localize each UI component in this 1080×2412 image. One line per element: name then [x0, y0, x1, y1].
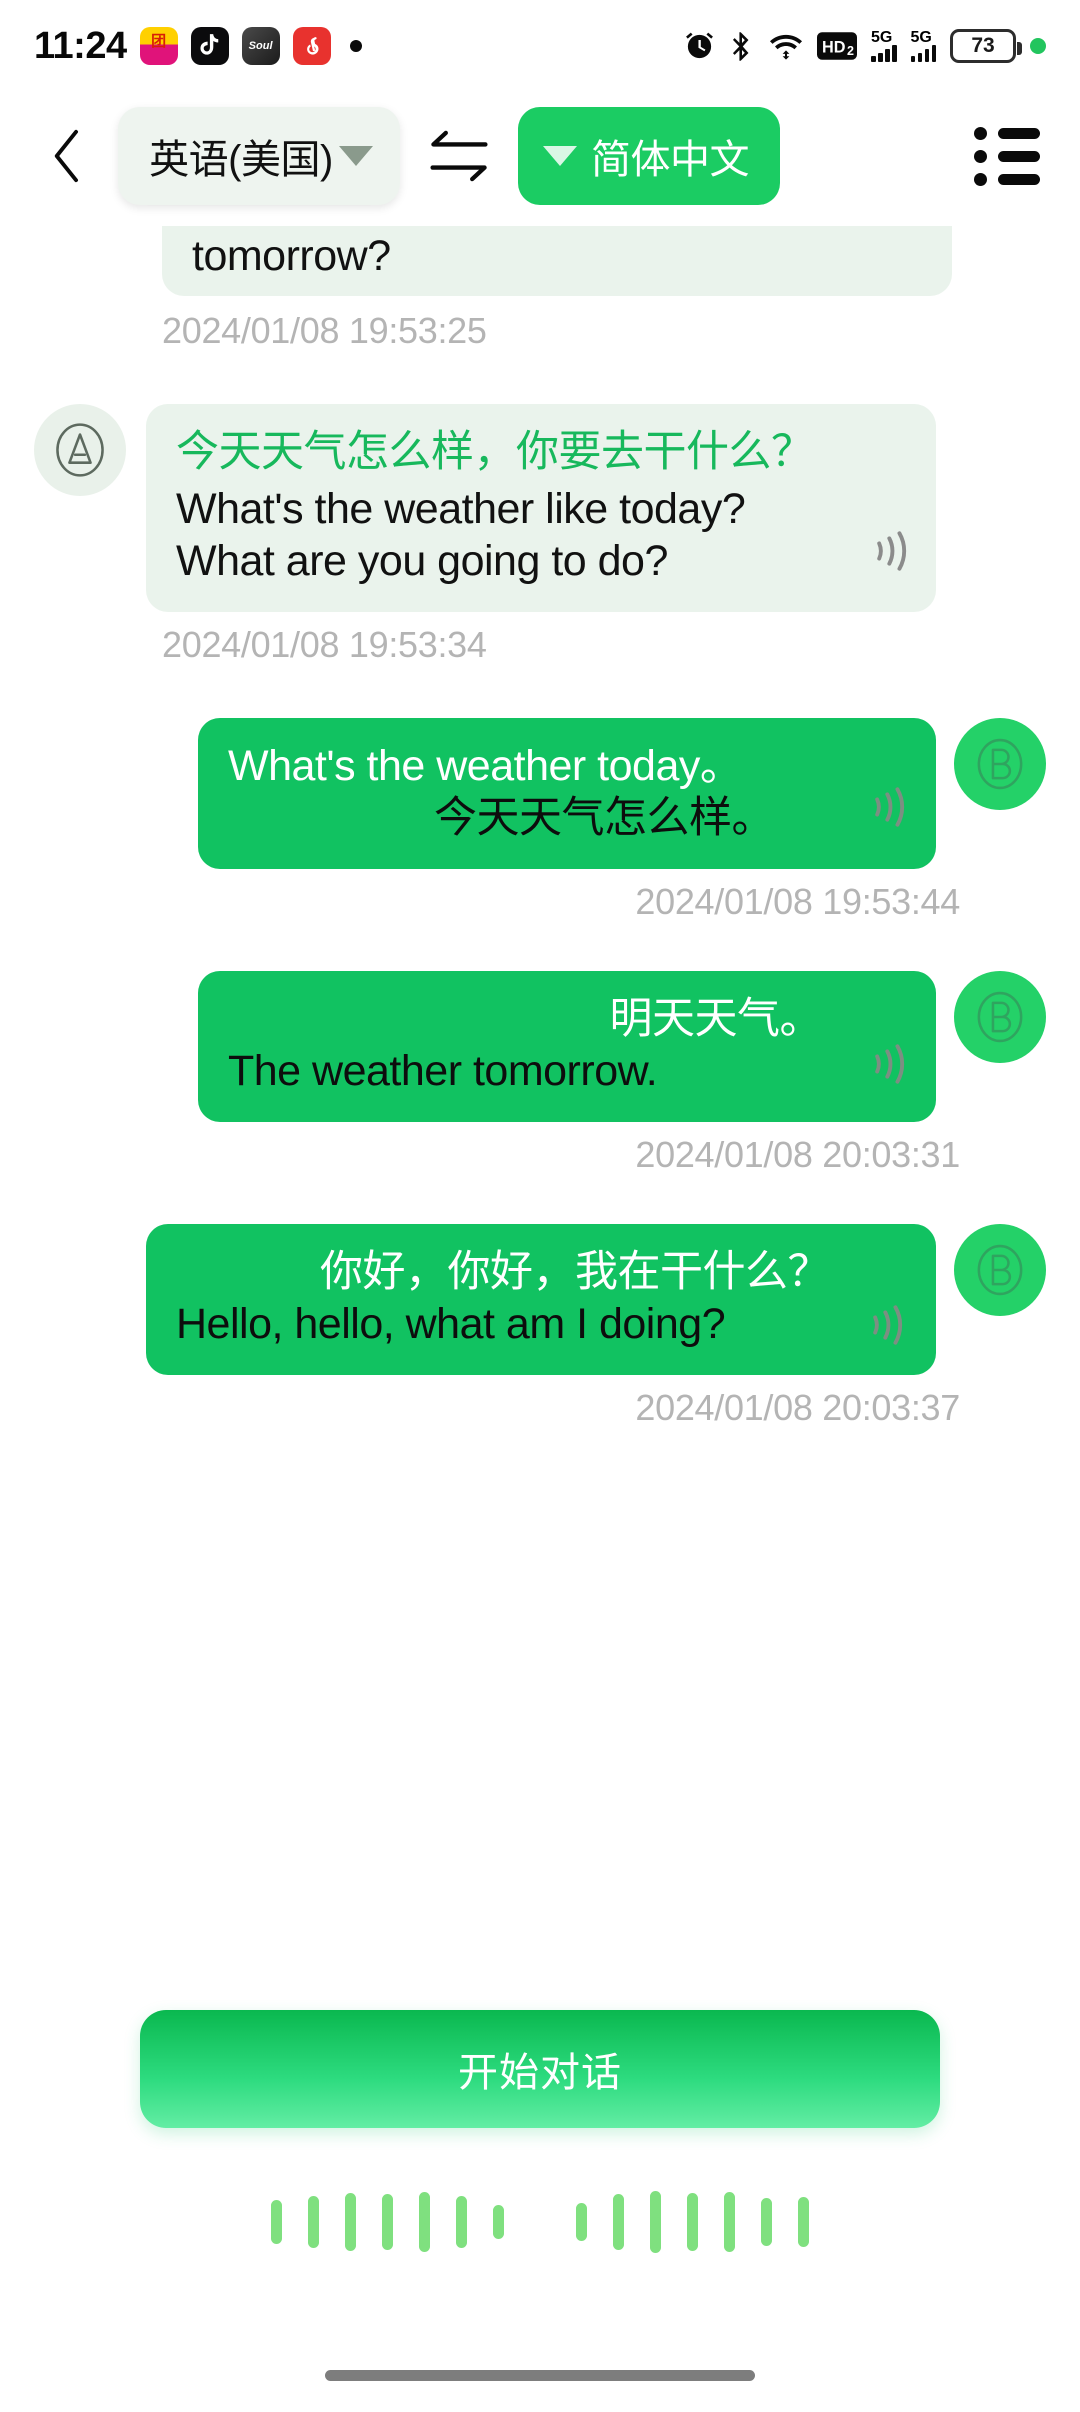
status-bar-left: 11:24 团 Soul	[34, 25, 362, 68]
message-timestamp: 2024/01/08 19:53:25	[162, 310, 487, 352]
wifi-icon	[769, 31, 803, 62]
signal-5g-icon-2: 5G	[910, 29, 936, 63]
message-row[interactable]: tomorrow?	[0, 226, 1080, 297]
message-text-en: The weather tomorrow.	[228, 1047, 658, 1096]
alarm-icon	[684, 31, 715, 62]
sound-wave-icon[interactable]	[868, 524, 914, 578]
sound-wave-icon[interactable]	[866, 1037, 912, 1091]
swap-languages-icon[interactable]	[426, 127, 492, 185]
battery-indicator: 73	[950, 29, 1022, 63]
message-text-en: Hello, hello, what am I doing?	[176, 1300, 726, 1349]
status-bar: 11:24 团 Soul HD 2 5G 5G 73	[0, 0, 1080, 92]
conversation-list[interactable]: tomorrow? 2024/01/08 19:53:25 今天天气怎么样，你要…	[0, 226, 1080, 1986]
message-text-zh: 你好，你好，我在干什么？	[320, 1247, 831, 1296]
chevron-down-icon	[543, 146, 577, 166]
meituan-app-icon: 团	[139, 27, 178, 65]
avatar-speaker-a[interactable]	[34, 404, 126, 497]
target-language-label: 简体中文	[591, 138, 750, 182]
message-timestamp: 2024/01/08 20:03:37	[635, 1386, 960, 1428]
message-text-zh: 今天天气怎么样。	[434, 794, 775, 843]
tiktok-app-icon	[190, 27, 229, 65]
hd-voice-icon: HD 2	[817, 31, 857, 61]
bluetooth-icon	[729, 31, 755, 62]
message-text-en: What's the weather today。	[228, 741, 743, 790]
notification-dot-icon	[349, 40, 362, 52]
soul-app-icon: Soul	[241, 27, 280, 65]
start-conversation-label: 开始对话	[458, 2051, 622, 2095]
status-bar-clock: 11:24	[34, 24, 127, 67]
target-language-selector[interactable]: 简体中文	[518, 107, 780, 205]
svg-text:2: 2	[847, 44, 854, 58]
home-indicator[interactable]	[325, 2369, 755, 2381]
netease-music-app-icon	[292, 27, 331, 65]
message-bubble-outgoing[interactable]: 明天天气。 The weather tomorrow.	[198, 970, 936, 1122]
message-text-zh: 明天天气。	[609, 994, 823, 1043]
chevron-down-icon	[338, 146, 373, 166]
avatar-speaker-b[interactable]	[954, 1223, 1046, 1316]
avatar-speaker-b[interactable]	[954, 970, 1046, 1063]
back-chevron-icon[interactable]	[36, 124, 100, 188]
svg-text:HD: HD	[822, 38, 846, 56]
start-conversation-button[interactable]: 开始对话	[140, 2010, 940, 2128]
message-timestamp: 2024/01/08 19:53:34	[162, 623, 487, 665]
recording-indicator-dot-icon	[1030, 38, 1046, 54]
message-bubble-outgoing[interactable]: 你好，你好，我在干什么？ Hello, hello, what am I doi…	[146, 1223, 936, 1375]
audio-waveform-icon	[0, 2186, 1080, 2258]
message-row[interactable]: 今天天气怎么样，你要去干什么？ What's the weather like …	[0, 404, 1080, 612]
status-bar-right: HD 2 5G 5G 73	[684, 29, 1046, 63]
translator-conversation-screen: 11:24 团 Soul HD 2 5G 5G 73 英语(美国) 简体中文 t…	[0, 0, 1080, 2412]
message-timestamp: 2024/01/08 19:53:44	[635, 880, 960, 922]
system-navigation-bar	[0, 2338, 1080, 2412]
signal-5g-icon-1: 5G	[871, 29, 897, 63]
message-bubble-outgoing[interactable]: What's the weather today。 今天天气怎么样。	[198, 717, 936, 869]
message-bubble-incoming[interactable]: tomorrow?	[162, 226, 952, 297]
list-menu-icon[interactable]	[974, 121, 1044, 191]
sound-wave-icon[interactable]	[866, 780, 912, 834]
message-text-en: tomorrow?	[192, 232, 391, 280]
message-row[interactable]: 你好，你好，我在干什么？ Hello, hello, what am I doi…	[0, 1223, 1080, 1375]
app-header: 英语(美国) 简体中文	[0, 92, 1080, 220]
avatar-speaker-b[interactable]	[954, 717, 1046, 810]
message-row[interactable]: What's the weather today。 今天天气怎么样。	[0, 717, 1080, 869]
source-language-selector[interactable]: 英语(美国)	[118, 107, 400, 205]
waveform-group-left	[271, 2192, 504, 2252]
battery-percent-label: 73	[971, 34, 995, 57]
waveform-group-right	[576, 2191, 809, 2253]
message-timestamp: 2024/01/08 20:03:31	[635, 1133, 960, 1175]
source-language-label: 英语(美国)	[149, 138, 333, 182]
message-row[interactable]: 明天天气。 The weather tomorrow.	[0, 970, 1080, 1122]
message-text-zh: 今天天气怎么样，你要去干什么？	[176, 428, 814, 477]
message-bubble-incoming[interactable]: 今天天气怎么样，你要去干什么？ What's the weather like …	[146, 404, 936, 612]
message-text-en: What's the weather like today? What are …	[176, 484, 746, 586]
sound-wave-icon[interactable]	[864, 1298, 910, 1352]
